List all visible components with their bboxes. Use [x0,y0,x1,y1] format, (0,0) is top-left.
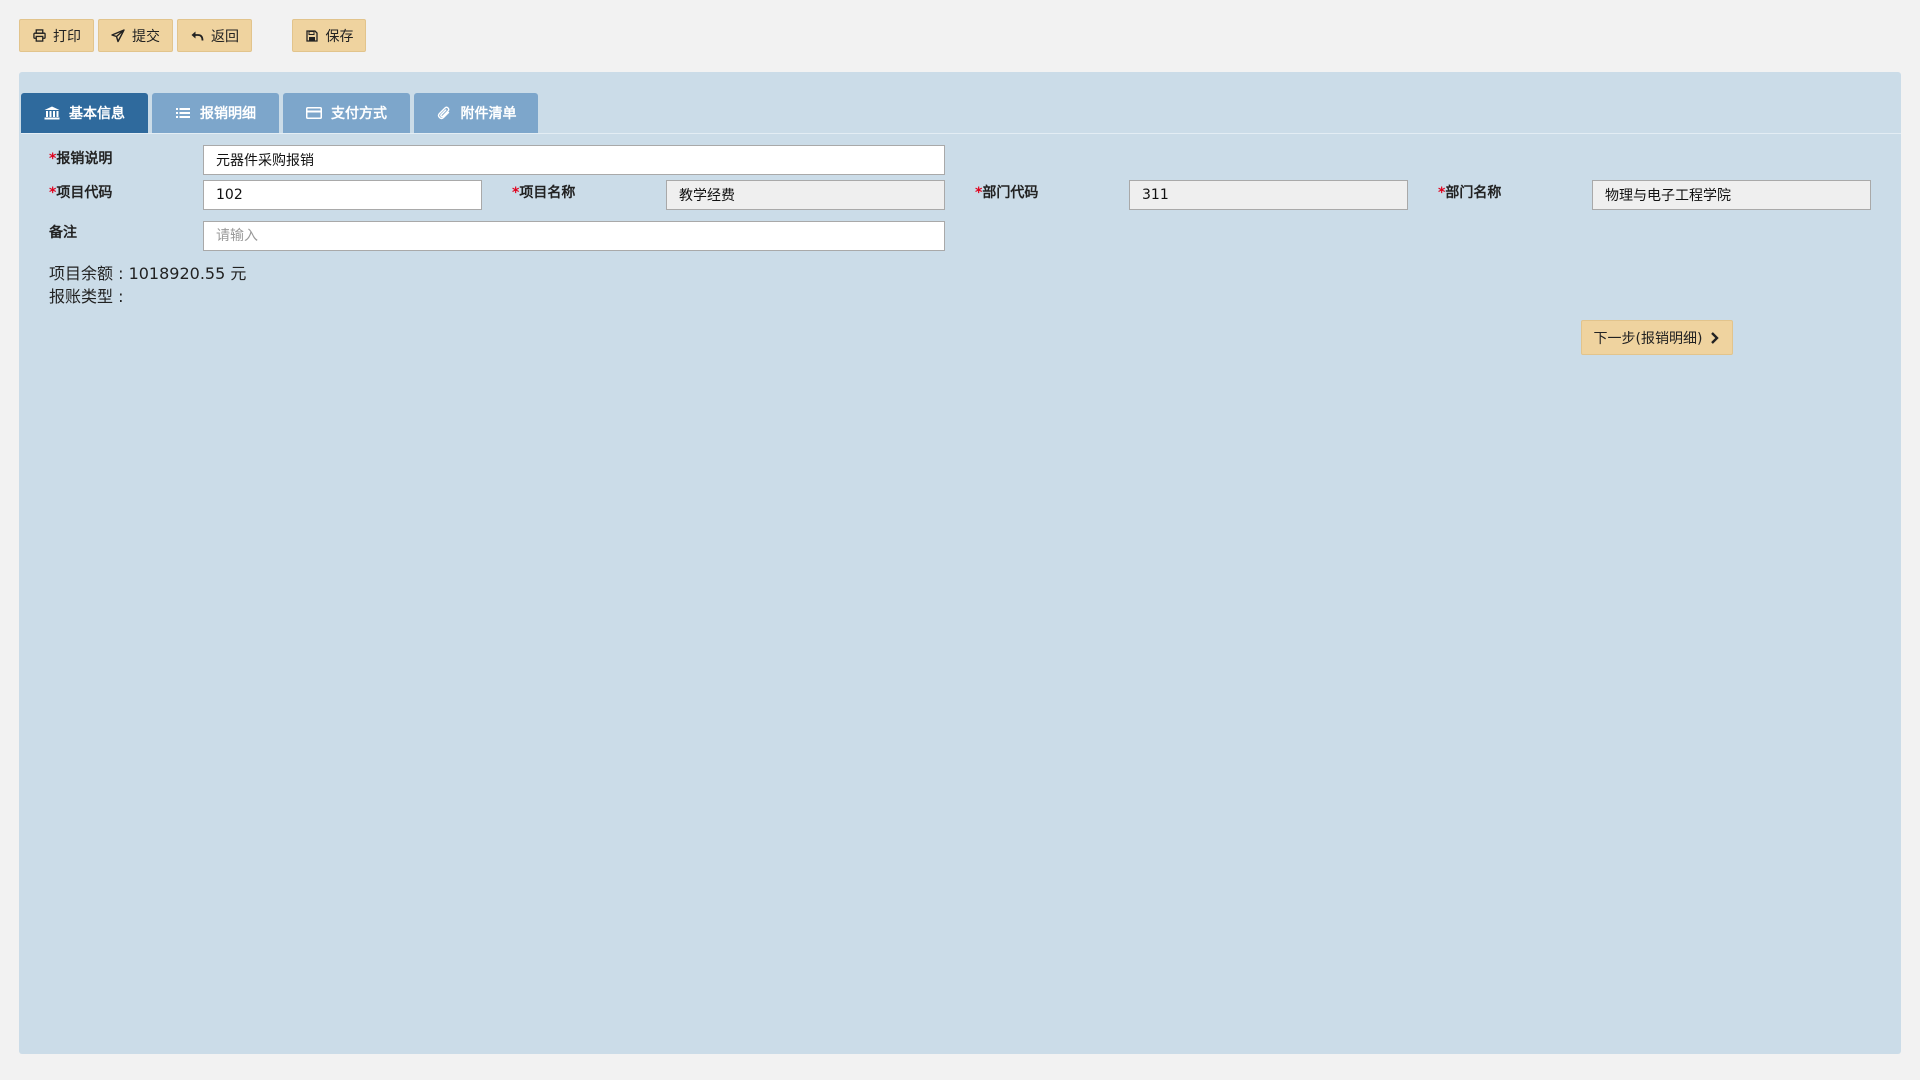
paperclip-icon [436,105,452,121]
chevron-right-icon [1708,331,1720,345]
description-label-text: 报销说明 [56,151,113,167]
dept-code-label-text: 部门代码 [982,185,1039,201]
project-code-label: *项目代码 [49,182,112,202]
project-name-label: *项目名称 [512,182,575,202]
dept-name-field[interactable] [1592,180,1871,210]
project-code-label-text: 项目代码 [56,185,113,201]
save-label: 保存 [325,28,354,45]
floppy-disk-icon [305,29,319,43]
next-step-button[interactable]: 下一步(报销明细) [1581,320,1733,355]
credit-card-icon [306,105,322,121]
remark-input[interactable] [203,221,945,251]
project-name-field[interactable] [666,180,945,210]
next-step-label: 下一步(报销明细) [1593,330,1703,347]
submit-label: 提交 [132,28,160,45]
print-button[interactable]: 打印 [19,19,94,52]
tab-attachments-label: 附件清单 [460,106,517,122]
remark-label-text: 备注 [49,225,77,241]
tab-reimbursement-details[interactable]: 报销明细 [152,93,279,133]
remark-label: 备注 [49,222,77,242]
dept-name-label-text: 部门名称 [1445,185,1502,201]
reply-icon [190,29,204,43]
project-name-label-text: 项目名称 [519,185,576,201]
bank-icon [44,105,60,121]
tab-basic-info-label: 基本信息 [69,106,125,122]
tab-payment-method[interactable]: 支付方式 [283,93,410,133]
dept-code-label: *部门代码 [975,182,1038,202]
project-code-input[interactable] [203,180,482,210]
tab-attachments[interactable]: 附件清单 [414,93,538,133]
tab-basic-info[interactable]: 基本信息 [21,93,148,133]
back-button[interactable]: 返回 [177,19,252,52]
submit-button[interactable]: 提交 [98,19,173,52]
project-balance-text: 项目余额 : 1018920.55 元 [49,264,247,283]
list-icon [175,105,191,121]
print-label: 打印 [53,28,81,45]
save-button[interactable]: 保存 [292,19,366,52]
description-label: *报销说明 [49,148,112,168]
tab-reimbursement-details-label: 报销明细 [200,106,256,122]
dept-name-label: *部门名称 [1438,182,1501,202]
description-input[interactable] [203,145,945,175]
paper-plane-icon [111,28,125,43]
account-type-text: 报账类型 : [49,287,124,306]
printer-icon [32,29,46,43]
dept-code-field[interactable] [1129,180,1408,210]
main-panel: 基本信息 报销明细 支付方式 附件清单 *报销说明 *项目代码 * [19,72,1901,1054]
tab-payment-method-label: 支付方式 [331,106,387,122]
back-label: 返回 [211,28,239,45]
tab-bar: 基本信息 报销明细 支付方式 附件清单 [21,93,1901,134]
